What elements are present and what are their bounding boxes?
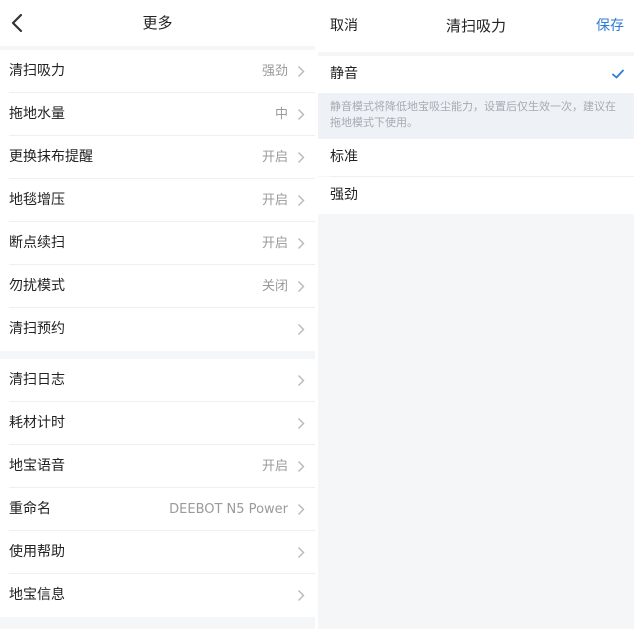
option-standard[interactable]: 标准 — [318, 139, 634, 176]
option-label: 标准 — [330, 149, 358, 165]
setting-value: 强劲 — [261, 64, 288, 79]
setting-row-robot-voice[interactable]: 地宝语音 开启 — [0, 445, 315, 488]
setting-value: 中 — [274, 107, 288, 122]
page-title: 清扫吸力 — [445, 17, 506, 35]
settings-group-cleaning: 清扫吸力 强劲 拖地水量 中 更换抹布提醒 开启 地毯增压 开启 断点续扫 开启 — [0, 50, 315, 351]
chevron-right-icon — [298, 109, 305, 120]
setting-row-help[interactable]: 使用帮助 — [0, 531, 315, 574]
setting-row-robot-info[interactable]: 地宝信息 — [0, 574, 315, 617]
navigation-bar: 更多 — [0, 0, 315, 46]
setting-row-resume-cleaning[interactable]: 断点续扫 开启 — [0, 222, 315, 265]
setting-row-cleaning-log[interactable]: 清扫日志 — [0, 359, 315, 402]
chevron-right-icon — [298, 418, 305, 429]
setting-value: 关闭 — [261, 279, 288, 294]
setting-row-suction-power[interactable]: 清扫吸力 强劲 — [0, 50, 315, 93]
setting-label: 勿扰模式 — [9, 278, 65, 294]
setting-label: 耗材计时 — [9, 415, 65, 431]
chevron-right-icon — [298, 238, 305, 249]
chevron-right-icon — [298, 590, 305, 601]
option-quiet-description: 静音模式将降低地宝吸尘能力，设置后仅生效一次，建议在拖地模式下使用。 — [318, 93, 634, 139]
setting-label: 使用帮助 — [9, 544, 65, 560]
setting-label: 更换抹布提醒 — [9, 149, 93, 165]
option-quiet[interactable]: 静音 — [318, 56, 634, 93]
setting-value: 开启 — [261, 459, 288, 474]
chevron-right-icon — [298, 375, 305, 386]
option-strong[interactable]: 强劲 — [318, 177, 634, 214]
setting-label: 地宝语音 — [9, 458, 65, 474]
option-label: 强劲 — [330, 187, 358, 203]
chevron-right-icon — [298, 324, 305, 335]
option-label: 静音 — [330, 66, 358, 82]
chevron-right-icon — [298, 195, 305, 206]
settings-group-device: 清扫日志 耗材计时 地宝语音 开启 重命名 DEEBOT N5 Power 使用… — [0, 359, 315, 617]
setting-value: 开启 — [261, 236, 288, 251]
chevron-right-icon — [298, 281, 305, 292]
chevron-right-icon — [298, 66, 305, 77]
setting-label: 地毯增压 — [9, 192, 65, 208]
setting-row-rename[interactable]: 重命名 DEEBOT N5 Power — [0, 488, 315, 531]
setting-label: 清扫日志 — [9, 372, 65, 388]
chevron-right-icon — [298, 504, 305, 515]
navigation-bar: 取消 清扫吸力 保存 — [318, 0, 634, 52]
setting-value: 开启 — [261, 150, 288, 165]
more-settings-screen: 更多 清扫吸力 强劲 拖地水量 中 更换抹布提醒 开启 地毯增压 开启 断点续扫… — [0, 0, 315, 629]
setting-row-consumables-timer[interactable]: 耗材计时 — [0, 402, 315, 445]
page-title: 更多 — [142, 14, 173, 32]
setting-row-carpet-boost[interactable]: 地毯增压 开启 — [0, 179, 315, 222]
setting-row-mop-replace-reminder[interactable]: 更换抹布提醒 开启 — [0, 136, 315, 179]
chevron-right-icon — [298, 547, 305, 558]
chevron-right-icon — [298, 152, 305, 163]
setting-label: 清扫预约 — [9, 321, 65, 337]
setting-value: 开启 — [261, 193, 288, 208]
setting-label: 重命名 — [9, 501, 51, 517]
checkmark-icon — [612, 69, 624, 79]
setting-row-mop-water-level[interactable]: 拖地水量 中 — [0, 93, 315, 136]
setting-row-cleaning-schedule[interactable]: 清扫预约 — [0, 308, 315, 351]
save-button[interactable]: 保存 — [596, 0, 624, 52]
chevron-right-icon — [298, 461, 305, 472]
setting-label: 清扫吸力 — [9, 63, 65, 79]
setting-value: DEEBOT N5 Power — [169, 502, 288, 517]
setting-label: 拖地水量 — [9, 106, 65, 122]
setting-label: 地宝信息 — [9, 587, 65, 603]
setting-row-do-not-disturb[interactable]: 勿扰模式 关闭 — [0, 265, 315, 308]
suction-power-screen: 取消 清扫吸力 保存 静音 静音模式将降低地宝吸尘能力，设置后仅生效一次，建议在… — [318, 0, 634, 629]
setting-label: 断点续扫 — [9, 235, 65, 251]
